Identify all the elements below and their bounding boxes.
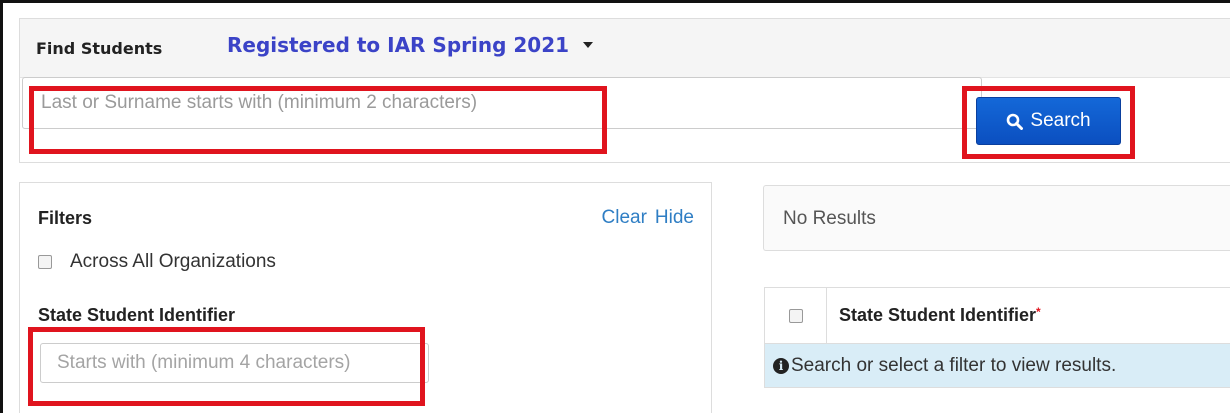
info-message: Search or select a filter to view result… [791, 354, 1117, 376]
clear-filters-link[interactable]: Clear [602, 207, 647, 228]
registration-dropdown-label: Registered to IAR Spring 2021 [227, 33, 570, 57]
info-icon: i [773, 357, 789, 374]
caret-down-icon [583, 42, 594, 48]
no-results-text: No Results [783, 208, 876, 229]
select-all-cell [765, 288, 827, 343]
filter-links: Clear Hide [602, 207, 694, 229]
search-button-label: Search [1030, 110, 1091, 131]
column-header-label: State Student Identifier [839, 305, 1037, 325]
select-all-checkbox[interactable] [788, 308, 803, 323]
column-header-state-student-identifier[interactable]: State Student Identifier* [827, 305, 1041, 326]
across-organizations-label: Across All Organizations [70, 251, 276, 272]
search-button[interactable]: Search [976, 97, 1121, 145]
results-table-header: State Student Identifier* [765, 288, 1230, 344]
filters-title: Filters [38, 208, 93, 228]
required-marker: * [1036, 305, 1041, 319]
info-message-row: i Search or select a filter to view resu… [765, 344, 1230, 387]
results-status-panel: No Results [763, 185, 1230, 251]
registration-dropdown[interactable]: Registered to IAR Spring 2021 [227, 33, 594, 57]
state-student-identifier-input[interactable] [40, 343, 429, 383]
search-icon [1007, 113, 1024, 130]
find-students-header: Find Students Registered to IAR Spring 2… [20, 19, 1230, 78]
hide-filters-link[interactable]: Hide [655, 207, 694, 228]
find-students-label: Find Students [36, 39, 163, 58]
state-student-identifier-title: State Student Identifier [38, 305, 236, 325]
results-table: State Student Identifier* i Search or se… [764, 287, 1230, 388]
filters-panel: Filters Clear Hide Across All Organizatio… [19, 182, 712, 413]
across-organizations-checkbox[interactable] [38, 255, 52, 269]
surname-search-input[interactable] [22, 77, 982, 129]
across-organizations-option[interactable]: Across All Organizations [38, 251, 276, 273]
